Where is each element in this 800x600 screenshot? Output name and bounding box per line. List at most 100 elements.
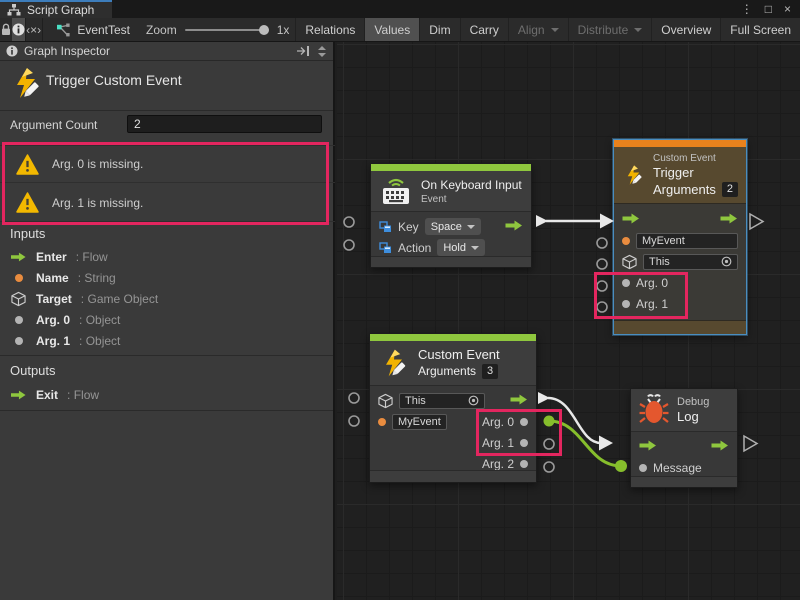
window-menu-icon[interactable]: ⋮ (741, 0, 753, 18)
inspector-header: Graph Inspector (0, 42, 333, 61)
custom-event-icon (8, 65, 44, 101)
io-item-exit: Exit : Flow (10, 386, 99, 404)
action-dropdown[interactable]: Hold (437, 239, 485, 256)
port-trigger-target[interactable] (597, 259, 607, 269)
lock-button[interactable] (0, 18, 12, 41)
node-trigger-custom-event[interactable]: Custom Event Trigger Arguments 2 (613, 139, 747, 335)
overview-button[interactable]: Overview (651, 18, 720, 41)
graph-toolbar: ‹×› EventTest Zoom 1x Relations Values D… (0, 18, 800, 42)
flow-out-port[interactable] (711, 440, 729, 454)
flow-arrow-icon (10, 252, 27, 262)
tab-title: Script Graph (27, 3, 94, 17)
graph-canvas[interactable]: On Keyboard Input Event Key Space (337, 42, 800, 600)
tab-script-graph[interactable]: Script Graph (0, 0, 112, 18)
string-port-icon (10, 274, 27, 282)
dim-button[interactable]: Dim (419, 18, 459, 41)
io-item-target: Target : Game Object (10, 290, 158, 308)
zoom-slider[interactable] (185, 29, 269, 31)
port-event-arg1[interactable] (544, 439, 554, 449)
arguments-label: Arguments (418, 363, 476, 380)
custom-event-icon (622, 158, 645, 192)
flow-out-port[interactable] (510, 394, 528, 408)
window-close-icon[interactable]: × (784, 0, 791, 18)
arg0-label: Arg. 0 (636, 276, 668, 290)
enum-icon (379, 221, 392, 233)
flow-out-port[interactable] (505, 220, 523, 234)
object-picker-icon[interactable] (721, 256, 732, 267)
align-button[interactable]: Align (508, 18, 568, 41)
relations-button[interactable]: Relations (295, 18, 364, 41)
zoom-level: 1x (277, 23, 290, 37)
unit-title-block: Trigger Custom Event (0, 62, 333, 109)
port-keyboard-key[interactable] (344, 217, 354, 227)
key-label: Key (398, 220, 419, 234)
port-trigger-arg1[interactable] (597, 302, 607, 312)
panel-scroll-arrows[interactable] (317, 46, 329, 57)
io-item-name: Name : String (10, 269, 116, 287)
argument-count-input[interactable]: 2 (127, 115, 322, 133)
arguments-count-badge: 2 (722, 182, 738, 197)
zoom-slider-handle[interactable] (259, 25, 269, 35)
node-title: Custom Event (418, 347, 500, 363)
chevron-down-icon (634, 28, 642, 32)
dock-icon[interactable] (296, 45, 311, 57)
chevron-down-icon (551, 28, 559, 32)
target-field[interactable]: This (643, 254, 738, 270)
node-debug-log[interactable]: Debug Log Message (630, 388, 738, 488)
lock-icon (0, 23, 12, 36)
event-name-field[interactable]: MyEvent (636, 233, 738, 249)
info-icon (6, 45, 18, 57)
inspector-toggle-button[interactable] (12, 18, 25, 41)
unity-script-graph-window: Script Graph ⋮ □ × ‹×› (0, 0, 800, 600)
wire-start-arrow (538, 392, 550, 404)
node-custom-event[interactable]: Custom Event Arguments 3 This (369, 333, 537, 483)
arg2-label: Arg. 2 (482, 457, 514, 471)
port-event-arg2[interactable] (544, 462, 554, 472)
node-on-keyboard-input[interactable]: On Keyboard Input Event Key Space (370, 163, 532, 268)
window-controls: ⋮ □ × (741, 0, 800, 18)
main-area: Graph Inspector (0, 42, 800, 600)
flow-out-port[interactable] (720, 213, 738, 227)
target-field[interactable]: This (399, 393, 485, 409)
event-name-field[interactable]: MyEvent (392, 414, 447, 430)
node-title: On Keyboard Input (421, 177, 522, 193)
node-title: Log (677, 409, 709, 425)
flow-out-triangle-debug[interactable] (744, 436, 757, 451)
scroll-up-icon (318, 46, 326, 50)
wire-arg0-to-message[interactable] (549, 421, 621, 466)
node-title: Trigger (653, 165, 738, 181)
distribute-button[interactable]: Distribute (568, 18, 652, 41)
values-button[interactable]: Values (364, 18, 419, 41)
edit-source-button[interactable]: ‹×› (25, 18, 41, 41)
flow-in-port[interactable] (622, 213, 640, 227)
object-port-icon (622, 279, 630, 287)
port-trigger-arg0[interactable] (597, 281, 607, 291)
window-maximize-icon[interactable]: □ (765, 0, 772, 18)
wire-start-arrow (536, 215, 548, 227)
fullscreen-button[interactable]: Full Screen (720, 18, 800, 41)
graph-inspector-panel: Graph Inspector (0, 42, 335, 600)
object-port-icon (639, 464, 647, 472)
flow-in-port[interactable] (639, 440, 657, 454)
chevron-down-icon (467, 225, 475, 229)
flow-out-triangle-trigger[interactable] (750, 214, 763, 229)
string-port-icon (622, 237, 630, 245)
bug-icon (639, 394, 669, 426)
port-keyboard-action[interactable] (344, 240, 354, 250)
object-picker-icon[interactable] (468, 395, 479, 406)
port-event-target[interactable] (349, 393, 359, 403)
io-item-arg0: Arg. 0 : Object (10, 311, 120, 329)
wire-event-to-debug[interactable] (548, 398, 601, 443)
port-event-name[interactable] (349, 416, 359, 426)
graph-breadcrumb[interactable]: EventTest (42, 18, 140, 41)
message-label: Message (653, 461, 702, 475)
port-arg0-connected[interactable] (544, 416, 555, 427)
carry-button[interactable]: Carry (460, 18, 508, 41)
keyboard-icon (379, 176, 413, 206)
object-port-icon (520, 439, 528, 447)
key-dropdown[interactable]: Space (425, 218, 481, 235)
wire-end-arrow (600, 214, 614, 229)
inputs-header: Inputs (10, 226, 45, 241)
port-message-connected[interactable] (615, 460, 627, 472)
port-trigger-name[interactable] (597, 238, 607, 248)
